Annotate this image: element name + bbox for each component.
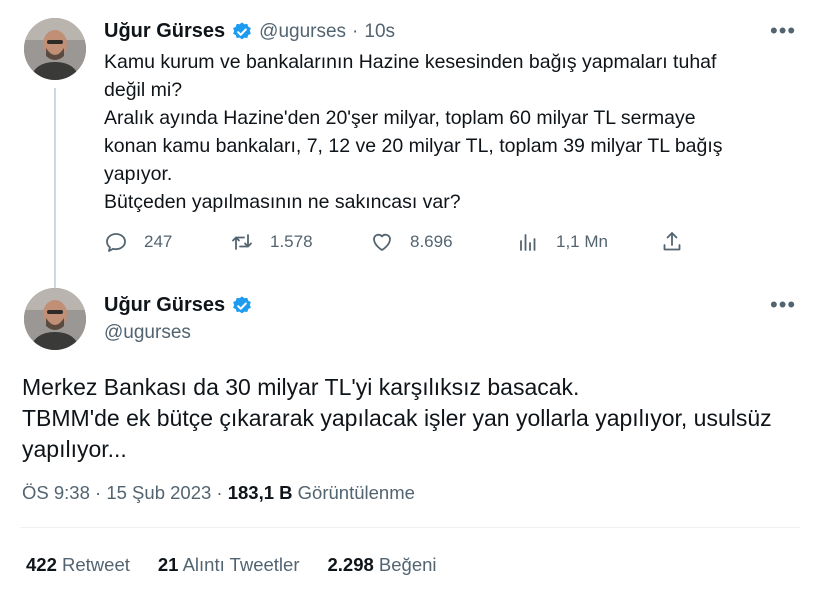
retweet-count: 1.578	[270, 232, 313, 251]
like-button[interactable]: 8.696	[370, 230, 453, 254]
retweet-icon	[232, 234, 252, 250]
views-count: 1,1 Mn	[556, 232, 608, 251]
reply-button[interactable]: 247	[104, 230, 172, 254]
separator: ·	[95, 482, 102, 503]
views-icon	[520, 234, 536, 251]
views-button[interactable]: 1,1 Mn	[516, 230, 608, 254]
retweet-stat-count: 422	[26, 554, 57, 575]
avatar[interactable]	[24, 18, 86, 80]
retweet-stat-label: Retweet	[62, 554, 130, 575]
tweet-time[interactable]: 10s	[364, 21, 395, 43]
separator: ·	[216, 482, 223, 503]
tweet-date[interactable]: 15 Şub 2023	[106, 482, 211, 503]
tweet-line: Aralık ayında Hazine'den 20'şer milyar, …	[104, 107, 696, 129]
tweet-line: Kamu kurum ve bankalarının Hazine kesesi…	[104, 51, 717, 73]
tweet-line: Merkez Bankası da 30 milyar TL'yi karşıl…	[22, 374, 580, 400]
like-stat-count: 2.298	[327, 554, 374, 575]
verified-icon	[233, 21, 251, 39]
share-icon	[663, 232, 681, 251]
retweet-button[interactable]: 1.578	[230, 230, 313, 254]
more-icon[interactable]: •••	[770, 18, 796, 44]
author-name[interactable]: Uğur Gürses	[104, 294, 225, 317]
like-count: 8.696	[410, 232, 453, 251]
reply-count: 247	[144, 232, 173, 251]
tweet-line: yapıyor.	[104, 163, 173, 185]
like-stat-label: Beğeni	[378, 554, 437, 575]
quote-stat-count: 21	[157, 554, 179, 575]
tweet-header: Uğur Gürses	[104, 294, 253, 317]
avatar[interactable]	[24, 288, 86, 350]
quote-stat[interactable]: 21 Alıntı Tweetler	[158, 554, 300, 576]
tweet-line: yapılıyor...	[22, 436, 127, 462]
author-name[interactable]: Uğur Gürses	[104, 20, 225, 43]
like-icon	[373, 233, 391, 251]
share-button[interactable]	[660, 230, 684, 254]
tweet-body: Merkez Bankası da 30 milyar TL'yi karşıl…	[22, 372, 812, 465]
reply-icon	[106, 233, 126, 252]
tweet-line: değil mi?	[104, 79, 183, 101]
more-icon[interactable]: •••	[770, 292, 796, 318]
quote-stat-label: Alıntı Tweetler	[182, 554, 300, 575]
tweet-line: konan kamu bankaları, 7, 12 ve 20 milyar…	[104, 135, 723, 157]
tweet-meta: ÖS 9:38 · 15 Şub 2023 · 183,1 B Görüntül…	[22, 482, 415, 504]
tweet-body: Kamu kurum ve bankalarının Hazine kesesi…	[104, 48, 794, 216]
retweet-stat[interactable]: 422 Retweet	[26, 554, 130, 576]
author-handle[interactable]: @ugurses	[259, 21, 346, 43]
verified-icon	[233, 295, 251, 313]
tweet-line: Bütçeden yapılmasının ne sakıncası var?	[104, 191, 461, 213]
tweet-header: Uğur Gürses @ugurses · 10s	[104, 20, 395, 43]
views-count: 183,1 B	[227, 482, 293, 503]
views-label: Görüntülenme	[297, 482, 415, 503]
tweet-line: TBMM'de ek bütçe çıkararak yapılacak işl…	[22, 405, 772, 431]
author-handle[interactable]: @ugurses	[104, 322, 191, 344]
thread-connector	[54, 88, 56, 288]
tweet-time[interactable]: ÖS 9:38	[22, 482, 90, 503]
divider	[20, 527, 800, 528]
separator: ·	[352, 20, 359, 42]
engagement-stats: 422 Retweet 21 Alıntı Tweetler 2.298 Beğ…	[26, 554, 437, 576]
like-stat[interactable]: 2.298 Beğeni	[327, 554, 436, 576]
